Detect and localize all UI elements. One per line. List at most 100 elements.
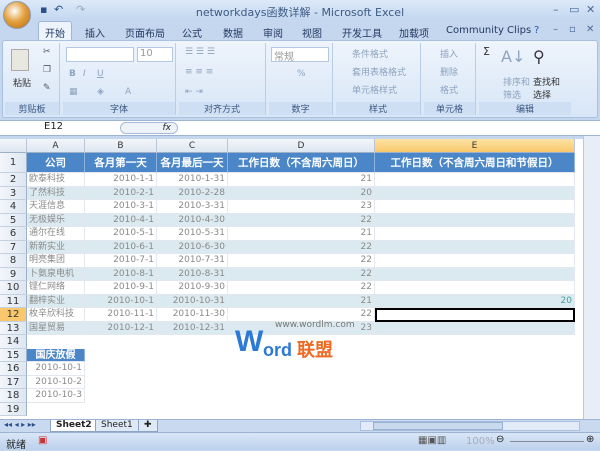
table-cell[interactable]: 枚辛欣科技: [27, 308, 85, 322]
table-cell[interactable]: 铿仁网络: [27, 281, 85, 295]
table-cell[interactable]: 2010-3-1: [85, 200, 157, 214]
table-cell[interactable]: 22: [228, 267, 375, 281]
help-icon[interactable]: ?: [534, 25, 539, 36]
table-cell[interactable]: [375, 186, 575, 200]
office-button[interactable]: [3, 1, 31, 29]
table-cell[interactable]: 2010-7-31: [157, 254, 228, 268]
formula-input[interactable]: [180, 121, 580, 135]
table-cell[interactable]: 2010-9-30: [157, 281, 228, 295]
table-cell[interactable]: 22: [228, 308, 375, 322]
scroll-thumb[interactable]: [373, 422, 503, 430]
zoom-in-icon[interactable]: ⊕: [586, 434, 594, 445]
worksheet-grid[interactable]: A B C D E 1 2 3 4 5 6 7 8 9 10 11 12 13 14 15 16 17 18 19 公司 各月第一…: [0, 139, 583, 420]
table-cell[interactable]: [375, 254, 575, 268]
fill-color-icon[interactable]: ◈: [97, 87, 104, 97]
table-cell[interactable]: 2010-11-30: [157, 308, 228, 322]
table-cell[interactable]: 2010-5-31: [157, 227, 228, 241]
header-cell[interactable]: 工作日数（不含周六周日）: [228, 153, 375, 173]
select-all-corner[interactable]: [0, 139, 27, 153]
holiday-header[interactable]: 国庆放假: [27, 348, 85, 362]
table-cell[interactable]: 了然科技: [27, 186, 85, 200]
autosum-icon[interactable]: Σ: [483, 45, 490, 58]
sheet-tab-sheet2[interactable]: Sheet2: [50, 420, 98, 432]
row-header[interactable]: 4: [0, 200, 27, 214]
conditional-format-button[interactable]: 条件格式: [352, 47, 388, 60]
redo-icon[interactable]: ↷: [76, 3, 85, 16]
table-cell[interactable]: 22: [228, 281, 375, 295]
wb-close-icon[interactable]: ✕: [586, 24, 594, 35]
align-top-icon[interactable]: ☰ ☰ ☰: [185, 47, 215, 57]
paste-button[interactable]: 粘贴: [13, 76, 31, 89]
wb-minimize-icon[interactable]: –: [553, 24, 558, 35]
table-cell[interactable]: 欧泰科技: [27, 173, 85, 187]
sort-icon[interactable]: A↓: [501, 47, 525, 66]
row-header[interactable]: 5: [0, 213, 27, 227]
table-cell[interactable]: 20: [228, 186, 375, 200]
font-size-select[interactable]: 10: [137, 47, 173, 62]
header-cell[interactable]: 公司: [27, 153, 85, 173]
tab-community-clips[interactable]: Community Clips: [442, 23, 535, 38]
insert-function-button[interactable]: fx: [120, 122, 178, 134]
cell-styles-button[interactable]: 单元格样式: [352, 83, 397, 96]
row-header[interactable]: 11: [0, 294, 27, 308]
format-painter-icon[interactable]: ✎: [43, 83, 51, 93]
find-select-button[interactable]: 查找和选择: [533, 75, 561, 101]
table-cell[interactable]: 2010-12-31: [157, 321, 228, 335]
table-cell[interactable]: [375, 281, 575, 295]
table-cell[interactable]: 23: [228, 200, 375, 214]
save-icon[interactable]: ▪: [40, 3, 47, 16]
delete-cells-button[interactable]: 删除: [440, 65, 458, 78]
find-icon[interactable]: ⚲: [533, 47, 545, 66]
view-buttons[interactable]: ▦▣▥: [418, 435, 446, 446]
row-header[interactable]: 9: [0, 267, 27, 281]
row-header[interactable]: 12: [0, 308, 27, 322]
sort-filter-button[interactable]: 排序和筛选: [503, 75, 531, 101]
insert-cells-button[interactable]: 插入: [440, 47, 458, 60]
wb-restore-icon[interactable]: ▫: [569, 24, 576, 35]
table-cell[interactable]: 2010-10-1: [85, 294, 157, 308]
font-name-select[interactable]: [66, 47, 134, 62]
table-cell[interactable]: [375, 227, 575, 241]
table-cell[interactable]: 21: [228, 294, 375, 308]
font-color-icon[interactable]: A: [125, 87, 131, 97]
row-header[interactable]: 2: [0, 173, 27, 187]
holiday-date[interactable]: 2010-10-2: [27, 375, 85, 389]
close-icon[interactable]: ✕: [586, 3, 595, 16]
table-cell[interactable]: 22: [228, 254, 375, 268]
table-cell[interactable]: 通尔在线: [27, 227, 85, 241]
format-as-table-button[interactable]: 套用表格格式: [352, 65, 406, 78]
italic-button[interactable]: I: [83, 69, 86, 79]
table-cell[interactable]: 国星贸易: [27, 321, 85, 335]
row-header[interactable]: 18: [0, 389, 27, 403]
name-box[interactable]: E12: [0, 121, 120, 135]
holiday-date[interactable]: 2010-10-1: [27, 362, 85, 376]
column-header-D[interactable]: D: [228, 139, 375, 153]
header-cell[interactable]: 各月第一天: [85, 153, 157, 173]
underline-button[interactable]: U: [97, 69, 104, 79]
table-cell[interactable]: 20: [375, 294, 575, 308]
macro-record-icon[interactable]: ▣: [38, 435, 47, 446]
table-cell[interactable]: 翻梓实业: [27, 294, 85, 308]
row-header[interactable]: 1: [0, 153, 27, 173]
table-cell[interactable]: 卜氨泉电机: [27, 267, 85, 281]
row-header[interactable]: 8: [0, 254, 27, 268]
table-cell[interactable]: 明亮集团: [27, 254, 85, 268]
maximize-icon[interactable]: ▭: [569, 3, 579, 16]
column-header-A[interactable]: A: [27, 139, 85, 153]
sheet-tab-sheet1[interactable]: Sheet1: [95, 420, 139, 432]
percent-button[interactable]: %: [297, 69, 306, 79]
table-cell[interactable]: [375, 240, 575, 254]
row-header[interactable]: 7: [0, 240, 27, 254]
table-cell[interactable]: 2010-6-30: [157, 240, 228, 254]
table-cell[interactable]: 2010-3-31: [157, 200, 228, 214]
column-header-E[interactable]: E: [375, 139, 575, 153]
table-cell[interactable]: 2010-10-31: [157, 294, 228, 308]
column-header-C[interactable]: C: [157, 139, 228, 153]
horizontal-scrollbar[interactable]: [360, 421, 580, 431]
minimize-icon[interactable]: –: [553, 3, 559, 16]
table-cell[interactable]: 2010-8-31: [157, 267, 228, 281]
table-cell[interactable]: [375, 267, 575, 281]
row-header[interactable]: 13: [0, 321, 27, 335]
table-cell[interactable]: 2010-4-30: [157, 213, 228, 227]
holiday-date[interactable]: 2010-10-3: [27, 389, 85, 403]
